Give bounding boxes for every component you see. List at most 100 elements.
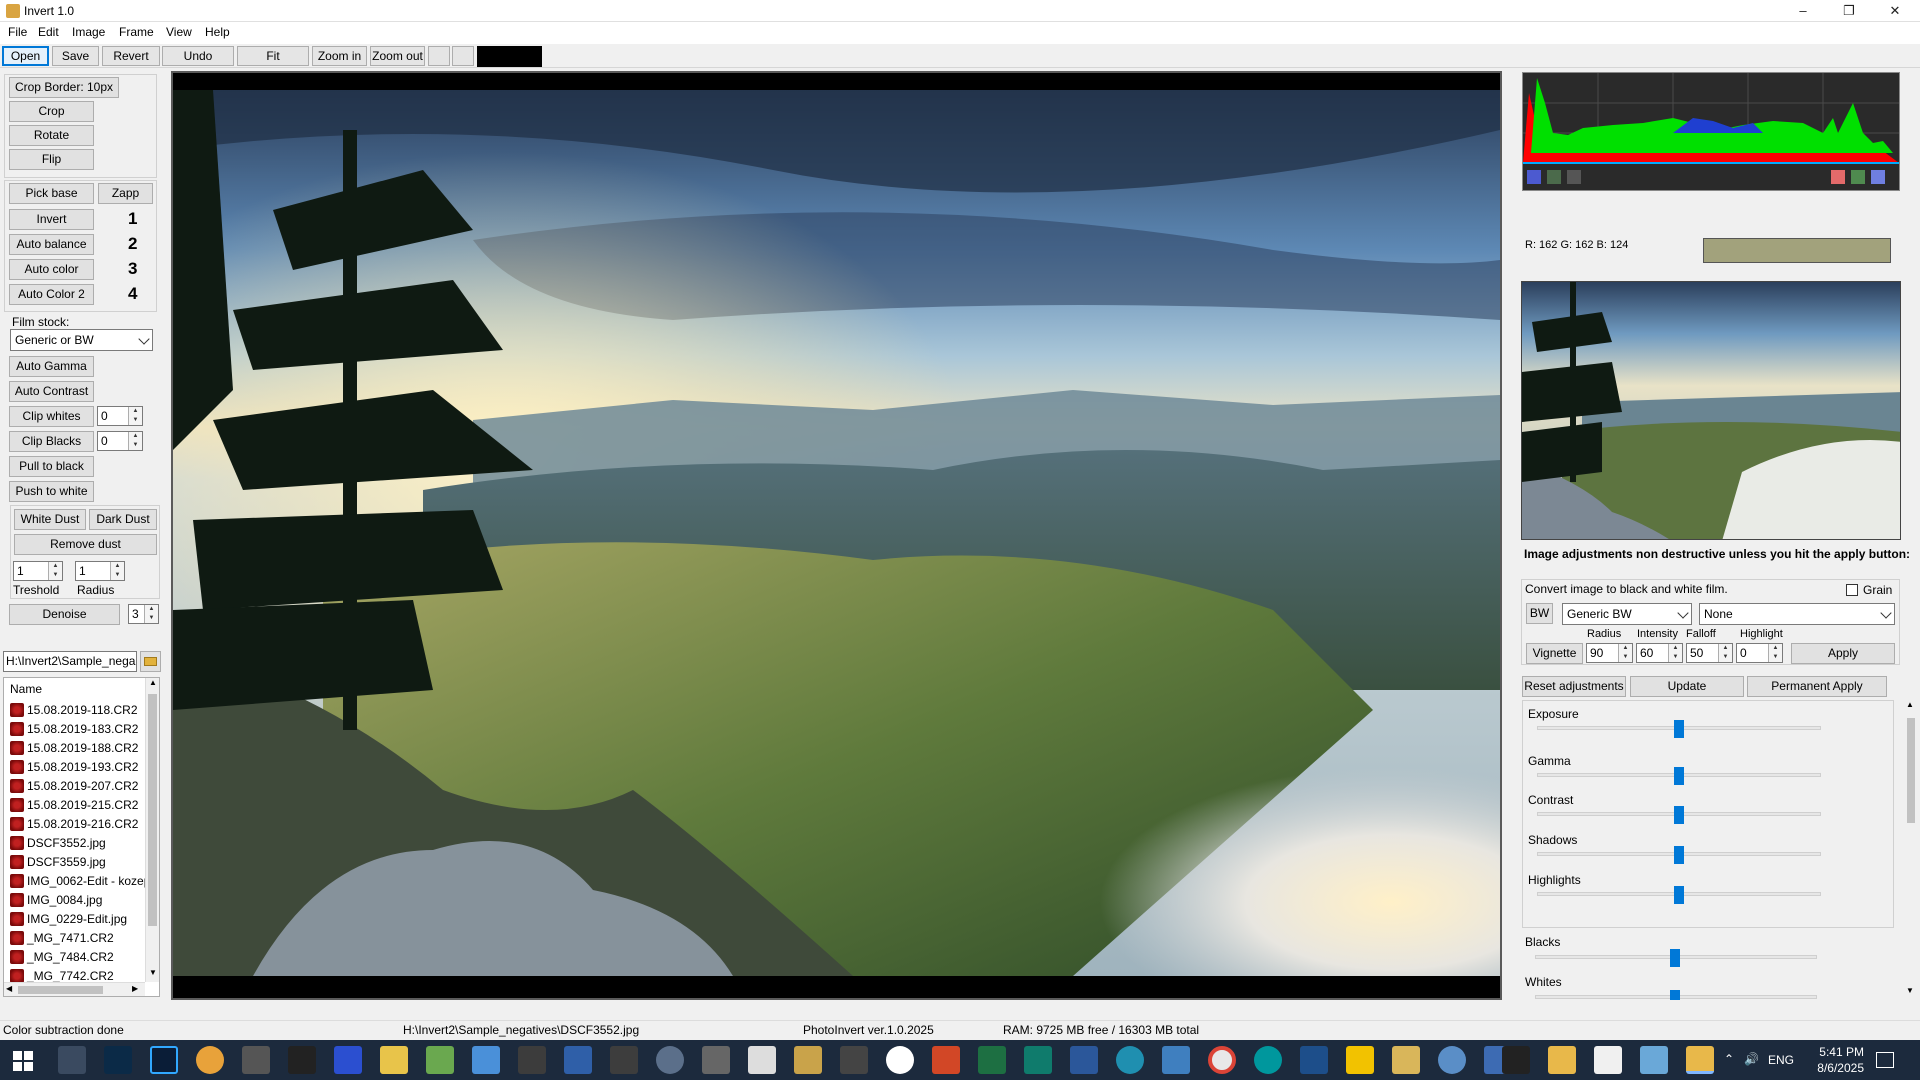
permanent-apply-button[interactable]: Permanent Apply bbox=[1747, 676, 1887, 697]
histogram-toggle-blue2[interactable] bbox=[1871, 170, 1885, 184]
histogram-toggle-green[interactable] bbox=[1547, 170, 1561, 184]
vignette-highlight-stepper[interactable]: 0 ▲ ▼ bbox=[1736, 643, 1783, 663]
histogram-toggle-green2[interactable] bbox=[1851, 170, 1865, 184]
spin-down-icon[interactable]: ▼ bbox=[48, 571, 62, 580]
highlights-slider-thumb[interactable] bbox=[1674, 886, 1684, 904]
auto-balance-button[interactable]: Auto balance bbox=[9, 234, 94, 255]
app-icon-25[interactable] bbox=[1162, 1046, 1190, 1074]
zoom-in-button[interactable]: Zoom in bbox=[312, 46, 367, 66]
spin-down-icon[interactable]: ▼ bbox=[110, 571, 124, 580]
menu-image[interactable]: Image bbox=[72, 25, 105, 39]
spin-down-icon[interactable]: ▼ bbox=[1668, 653, 1682, 662]
fit-button[interactable]: Fit bbox=[237, 46, 309, 66]
radius-stepper[interactable]: 1 ▲ ▼ bbox=[75, 561, 125, 581]
clip-blacks-stepper[interactable]: 0 ▲ ▼ bbox=[97, 431, 143, 451]
bw-film-dropdown[interactable]: Generic BW bbox=[1562, 603, 1692, 625]
word-icon[interactable] bbox=[1070, 1046, 1098, 1074]
publisher-icon[interactable] bbox=[1024, 1046, 1052, 1074]
clock-date[interactable]: 8/6/2025 bbox=[1804, 1061, 1864, 1075]
spin-down-icon[interactable]: ▼ bbox=[1768, 653, 1782, 662]
pick-base-button[interactable]: Pick base bbox=[9, 183, 94, 204]
scroll-up-icon[interactable]: ▲ bbox=[146, 678, 159, 687]
mydbf-icon[interactable] bbox=[1300, 1046, 1328, 1074]
auto-color-2-button[interactable]: Auto Color 2 bbox=[9, 284, 94, 305]
file-list-item[interactable]: IMG_0062-Edit - kozep bbox=[10, 872, 150, 891]
arduino-icon[interactable] bbox=[1254, 1046, 1282, 1074]
close-button[interactable]: ✕ bbox=[1872, 0, 1918, 22]
app-icon-36[interactable] bbox=[1640, 1046, 1668, 1074]
windows-start-icon[interactable] bbox=[12, 1050, 34, 1072]
chrome-icon[interactable] bbox=[1208, 1046, 1236, 1074]
undo-button[interactable]: Undo bbox=[162, 46, 234, 66]
excel-icon[interactable] bbox=[978, 1046, 1006, 1074]
treshold-stepper[interactable]: 1 ▲ ▼ bbox=[13, 561, 63, 581]
file-list-item[interactable]: 15.08.2019-207.CR2 bbox=[10, 777, 138, 796]
app-icon-31[interactable] bbox=[1438, 1046, 1466, 1074]
histogram-toggle-blue[interactable] bbox=[1527, 170, 1541, 184]
vignette-intensity-stepper[interactable]: 60 ▲ ▼ bbox=[1636, 643, 1683, 663]
menu-frame[interactable]: Frame bbox=[119, 25, 154, 39]
scroll-up-icon[interactable]: ▲ bbox=[1906, 700, 1914, 709]
bw-button[interactable]: BW bbox=[1526, 603, 1553, 624]
volume-icon[interactable]: 🔊 bbox=[1744, 1052, 1759, 1066]
white-dust-button[interactable]: White Dust bbox=[14, 509, 86, 530]
app-icon-5[interactable] bbox=[242, 1046, 270, 1074]
warning-icon[interactable] bbox=[1346, 1046, 1374, 1074]
vignette-radius-stepper[interactable]: 90 ▲ ▼ bbox=[1586, 643, 1633, 663]
menu-help[interactable]: Help bbox=[205, 25, 230, 39]
path-input[interactable]: H:\Invert2\Sample_nega bbox=[3, 651, 137, 672]
scroll-down-icon[interactable]: ▼ bbox=[1906, 986, 1914, 995]
pull-to-black-button[interactable]: Pull to black bbox=[9, 456, 94, 477]
gamma-slider-thumb[interactable] bbox=[1674, 767, 1684, 785]
scroll-right-icon[interactable]: ▶ bbox=[132, 984, 138, 993]
remove-dust-button[interactable]: Remove dust bbox=[14, 534, 157, 555]
exposure-slider-thumb[interactable] bbox=[1674, 720, 1684, 738]
auto-contrast-button[interactable]: Auto Contrast bbox=[9, 381, 94, 402]
app-icon-13[interactable] bbox=[610, 1046, 638, 1074]
terminal-icon[interactable] bbox=[288, 1046, 316, 1074]
file-explorer-icon[interactable] bbox=[1548, 1046, 1576, 1074]
denoise-button[interactable]: Denoise bbox=[9, 604, 120, 625]
task-view-icon[interactable] bbox=[58, 1046, 86, 1074]
clip-whites-button[interactable]: Clip whites bbox=[9, 406, 94, 427]
revert-button[interactable]: Revert bbox=[102, 46, 160, 66]
app-icon-16[interactable] bbox=[748, 1046, 776, 1074]
spin-up-icon[interactable]: ▲ bbox=[1768, 644, 1782, 653]
file-list-item[interactable]: 15.08.2019-193.CR2 bbox=[10, 758, 138, 777]
app-icon-7[interactable] bbox=[334, 1046, 362, 1074]
file-list[interactable]: Name 15.08.2019-118.CR2 15.08.2019-183.CR… bbox=[3, 677, 160, 997]
rotate-button[interactable]: Rotate bbox=[9, 125, 94, 146]
scroll-left-icon[interactable]: ◀ bbox=[6, 984, 12, 993]
auto-color-button[interactable]: Auto color bbox=[9, 259, 94, 280]
bw-filter-dropdown[interactable]: None bbox=[1699, 603, 1895, 625]
file-list-hscrollbar[interactable]: ◀ ▶ bbox=[4, 982, 145, 996]
spin-up-icon[interactable]: ▲ bbox=[1668, 644, 1682, 653]
notification-icon[interactable] bbox=[1876, 1052, 1894, 1068]
zoom-out-button[interactable]: Zoom out bbox=[370, 46, 425, 66]
minimize-button[interactable]: – bbox=[1780, 0, 1826, 22]
blacks-slider-thumb[interactable] bbox=[1670, 949, 1680, 967]
spin-down-icon[interactable]: ▼ bbox=[1618, 653, 1632, 662]
denoise-stepper[interactable]: 3 ▲ ▼ bbox=[128, 604, 159, 624]
main-photo[interactable] bbox=[173, 90, 1500, 976]
crop-button[interactable]: Crop bbox=[9, 101, 94, 122]
sun-app-icon[interactable] bbox=[196, 1046, 224, 1074]
file-list-item[interactable]: 15.08.2019-118.CR2 bbox=[10, 701, 138, 720]
reset-adjustments-button[interactable]: Reset adjustments bbox=[1522, 676, 1626, 697]
folder-browse-button[interactable] bbox=[140, 651, 161, 672]
spin-down-icon[interactable]: ▼ bbox=[1718, 653, 1732, 662]
apply-button[interactable]: Apply bbox=[1791, 643, 1895, 664]
histogram-toggle-gray[interactable] bbox=[1567, 170, 1581, 184]
push-to-white-button[interactable]: Push to white bbox=[9, 481, 94, 502]
file-list-item[interactable]: DSCF3552.jpg bbox=[10, 834, 106, 853]
lightroom-icon[interactable] bbox=[104, 1046, 132, 1074]
spin-up-icon[interactable]: ▲ bbox=[1618, 644, 1632, 653]
spin-up-icon[interactable]: ▲ bbox=[110, 562, 124, 571]
spin-up-icon[interactable]: ▲ bbox=[1718, 644, 1732, 653]
shadows-slider-thumb[interactable] bbox=[1674, 846, 1684, 864]
photoshop-icon[interactable] bbox=[150, 1046, 178, 1074]
spin-down-icon[interactable]: ▼ bbox=[128, 441, 142, 450]
media-player-icon[interactable] bbox=[518, 1046, 546, 1074]
histogram-toggle-red[interactable] bbox=[1831, 170, 1845, 184]
file-list-vscrollbar[interactable]: ▲ ▼ bbox=[145, 678, 159, 982]
